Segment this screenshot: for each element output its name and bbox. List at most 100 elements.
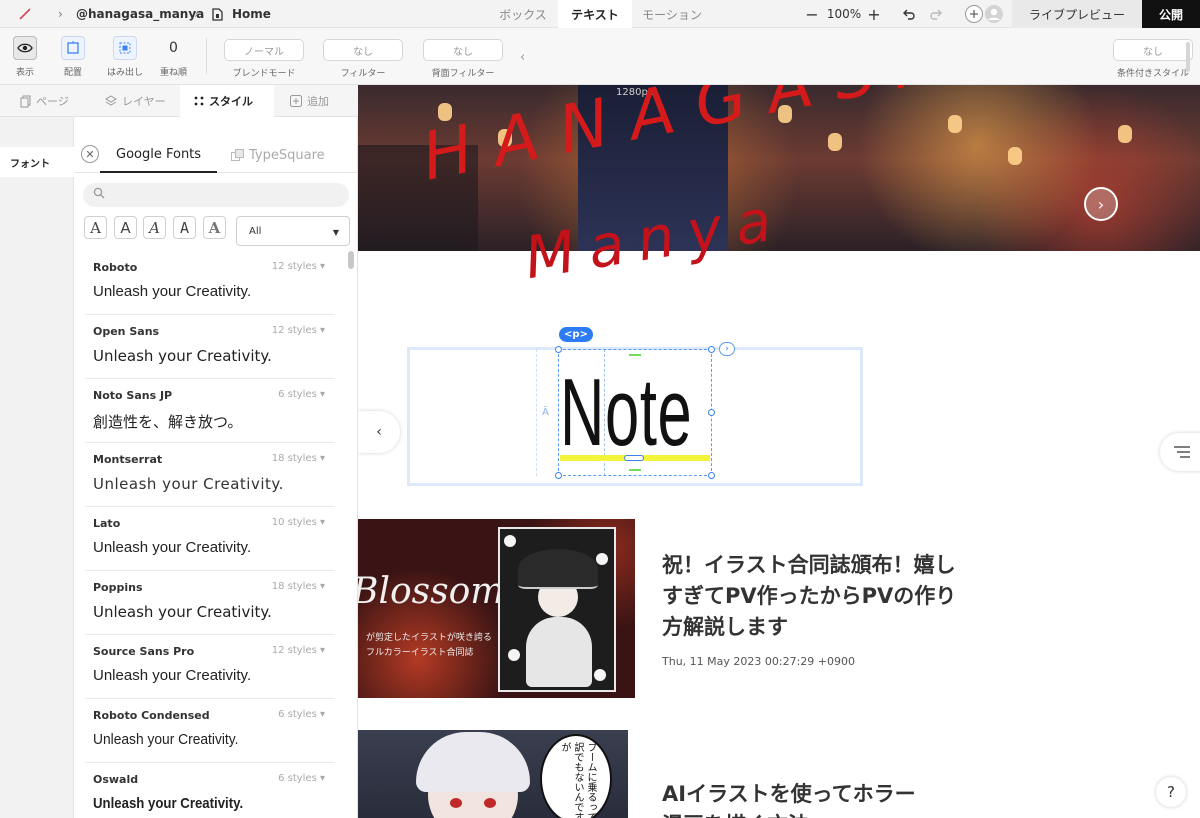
- live-preview-button[interactable]: ライブプレビュー: [1012, 0, 1142, 28]
- zindex-tool[interactable]: 0 重ね順: [160, 36, 187, 78]
- resize-handle[interactable]: [708, 409, 715, 416]
- font-styles-dropdown[interactable]: 6 styles ▾: [278, 773, 325, 784]
- blend-mode-select[interactable]: ノーマル: [224, 39, 304, 61]
- zindex-label: 重ね順: [160, 68, 188, 78]
- font-item-roboto[interactable]: Roboto 12 styles ▾ Unleash your Creativi…: [85, 251, 335, 315]
- resize-handle[interactable]: [555, 472, 562, 479]
- overflow-label: はみ出し: [107, 68, 144, 78]
- visibility-tool[interactable]: 表示: [13, 36, 37, 78]
- tab-box[interactable]: ボックス: [488, 0, 558, 28]
- script-filter-button[interactable]: A: [143, 216, 166, 239]
- publish-button[interactable]: 公開: [1142, 0, 1200, 28]
- display-filter-button[interactable]: A: [203, 216, 226, 239]
- overflow-icon[interactable]: [113, 36, 137, 60]
- tab-typesquare[interactable]: TypeSquare: [231, 137, 325, 173]
- chevron-left-icon[interactable]: ‹: [520, 50, 525, 65]
- font-panel: ✕ Google Fonts TypeSquare A A A A A All …: [75, 117, 358, 818]
- pen-icon[interactable]: [18, 0, 32, 28]
- conditional-style-select[interactable]: なし: [1113, 39, 1193, 61]
- tab-google-fonts[interactable]: Google Fonts: [100, 137, 218, 173]
- font-sample: Unleash your Creativity.: [93, 731, 239, 748]
- font-search-input[interactable]: [83, 183, 349, 207]
- alignment-guide: [536, 349, 537, 476]
- resize-handle[interactable]: [708, 472, 715, 479]
- zindex-value[interactable]: 0: [169, 36, 178, 60]
- font-item-poppins[interactable]: Poppins 18 styles ▾ Unleash your Creativ…: [85, 571, 335, 635]
- breadcrumb-page[interactable]: Home: [232, 0, 271, 28]
- eye-icon[interactable]: [13, 36, 37, 60]
- plus-icon: [290, 95, 302, 107]
- tab-pages[interactable]: ページ: [20, 85, 69, 117]
- font-styles-dropdown[interactable]: 12 styles ▾: [272, 261, 325, 272]
- filter-tool[interactable]: なし フィルター: [323, 39, 403, 79]
- sans-filter-button[interactable]: A: [114, 216, 137, 239]
- help-button[interactable]: ?: [1156, 777, 1186, 807]
- font-list: Roboto 12 styles ▾ Unleash your Creativi…: [75, 251, 345, 818]
- list-icon[interactable]: [1160, 433, 1200, 471]
- tab-style[interactable]: スタイル: [180, 85, 274, 117]
- resize-handle[interactable]: [555, 346, 562, 353]
- font-list-scrollbar[interactable]: [348, 251, 354, 269]
- resize-handle[interactable]: [708, 346, 715, 353]
- text-baseline-icon[interactable]: Ā: [542, 407, 549, 418]
- undo-icon[interactable]: [899, 0, 919, 28]
- zoom-out-button[interactable]: −: [802, 0, 822, 28]
- placement-icon[interactable]: [61, 36, 85, 60]
- font-styles-dropdown[interactable]: 6 styles ▾: [278, 389, 325, 400]
- article-thumbnail[interactable]: Blossom が剪定したイラストが咲き誇る フルカラーイラスト合同誌: [358, 519, 635, 698]
- font-category-select[interactable]: All ▼: [236, 216, 350, 246]
- resize-handle[interactable]: [624, 455, 644, 461]
- article-title[interactable]: 祝！イラスト合同誌頒布！嬉しすぎてPV作ったからPVの作り方解説します: [662, 550, 962, 643]
- speech-text: ブームに乗るって訳でもないんですが: [559, 742, 596, 818]
- zoom-in-button[interactable]: +: [864, 0, 884, 28]
- conditional-style-tool[interactable]: なし 条件付きスタイル: [1113, 39, 1193, 79]
- font-styles-dropdown[interactable]: 10 styles ▾: [272, 517, 325, 528]
- font-item-noto-sans-jp[interactable]: Noto Sans JP 6 styles ▾ 創造性を、解き放つ。: [85, 379, 335, 443]
- tab-motion[interactable]: モーション: [632, 0, 712, 28]
- serif-filter-button[interactable]: A: [84, 216, 107, 239]
- add-collaborator-icon[interactable]: [964, 0, 984, 28]
- overflow-tool[interactable]: はみ出し: [107, 36, 143, 78]
- mono-filter-button[interactable]: A: [173, 216, 196, 239]
- font-item-roboto-condensed[interactable]: Roboto Condensed 6 styles ▾ Unleash your…: [85, 699, 335, 763]
- redo-icon[interactable]: [926, 0, 946, 28]
- breadcrumb-user[interactable]: @hanagasa_manya: [76, 0, 204, 28]
- font-item-oswald[interactable]: Oswald 6 styles ▾ Unleash your Creativit…: [85, 763, 335, 818]
- font-item-source-sans-pro[interactable]: Source Sans Pro 12 styles ▾ Unleash your…: [85, 635, 335, 699]
- filter-select[interactable]: なし: [323, 39, 403, 61]
- article-thumbnail[interactable]: ブームに乗るって訳でもないんですが: [358, 730, 628, 818]
- font-item-lato[interactable]: Lato 10 styles ▾ Unleash your Creativity…: [85, 507, 335, 571]
- font-sample: Unleash your Creativity.: [93, 603, 272, 621]
- canvas-prev-button[interactable]: ‹: [358, 411, 400, 453]
- chevron-right-icon: ›: [58, 7, 63, 21]
- tab-layers[interactable]: レイヤー: [105, 85, 166, 117]
- backdrop-filter-tool[interactable]: なし 背面フィルター: [423, 39, 503, 79]
- character-eye: [450, 798, 462, 808]
- backdrop-filter-label: 背面フィルター: [431, 69, 495, 79]
- backdrop-filter-select[interactable]: なし: [423, 39, 503, 61]
- avatar[interactable]: [984, 0, 1004, 28]
- article-title[interactable]: AIイラストを使ってホラー: [662, 779, 962, 810]
- chevron-right-icon[interactable]: ›: [719, 342, 735, 356]
- article-title-line2[interactable]: 漫画を描く方法: [662, 810, 962, 818]
- placement-tool[interactable]: 配置: [61, 36, 85, 78]
- toolbar-scroll-thumb[interactable]: [1186, 42, 1190, 72]
- search-icon: [93, 187, 105, 202]
- close-icon[interactable]: ✕: [81, 145, 99, 163]
- design-canvas[interactable]: 1280px › HANAGASA Manya Note Ā <p> › ‹ B…: [358, 85, 1200, 818]
- font-styles-dropdown[interactable]: 18 styles ▾: [272, 581, 325, 592]
- font-styles-dropdown[interactable]: 12 styles ▾: [272, 325, 325, 336]
- font-styles-dropdown[interactable]: 12 styles ▾: [272, 645, 325, 656]
- category-font[interactable]: フォント: [0, 147, 74, 177]
- font-item-open-sans[interactable]: Open Sans 12 styles ▾ Unleash your Creat…: [85, 315, 335, 379]
- hero-next-button[interactable]: ›: [1084, 187, 1118, 221]
- spacing-indicator: [629, 354, 641, 356]
- tab-add[interactable]: 追加: [290, 85, 329, 117]
- zoom-level[interactable]: 100%: [826, 0, 862, 28]
- font-styles-dropdown[interactable]: 18 styles ▾: [272, 453, 325, 464]
- font-styles-dropdown[interactable]: 6 styles ▾: [278, 709, 325, 720]
- blend-mode-tool[interactable]: ノーマル ブレンドモード: [224, 39, 304, 79]
- font-item-montserrat[interactable]: Montserrat 18 styles ▾ Unleash your Crea…: [85, 443, 335, 507]
- tab-text[interactable]: テキスト: [558, 0, 632, 28]
- element-tag-chip[interactable]: <p>: [559, 327, 593, 342]
